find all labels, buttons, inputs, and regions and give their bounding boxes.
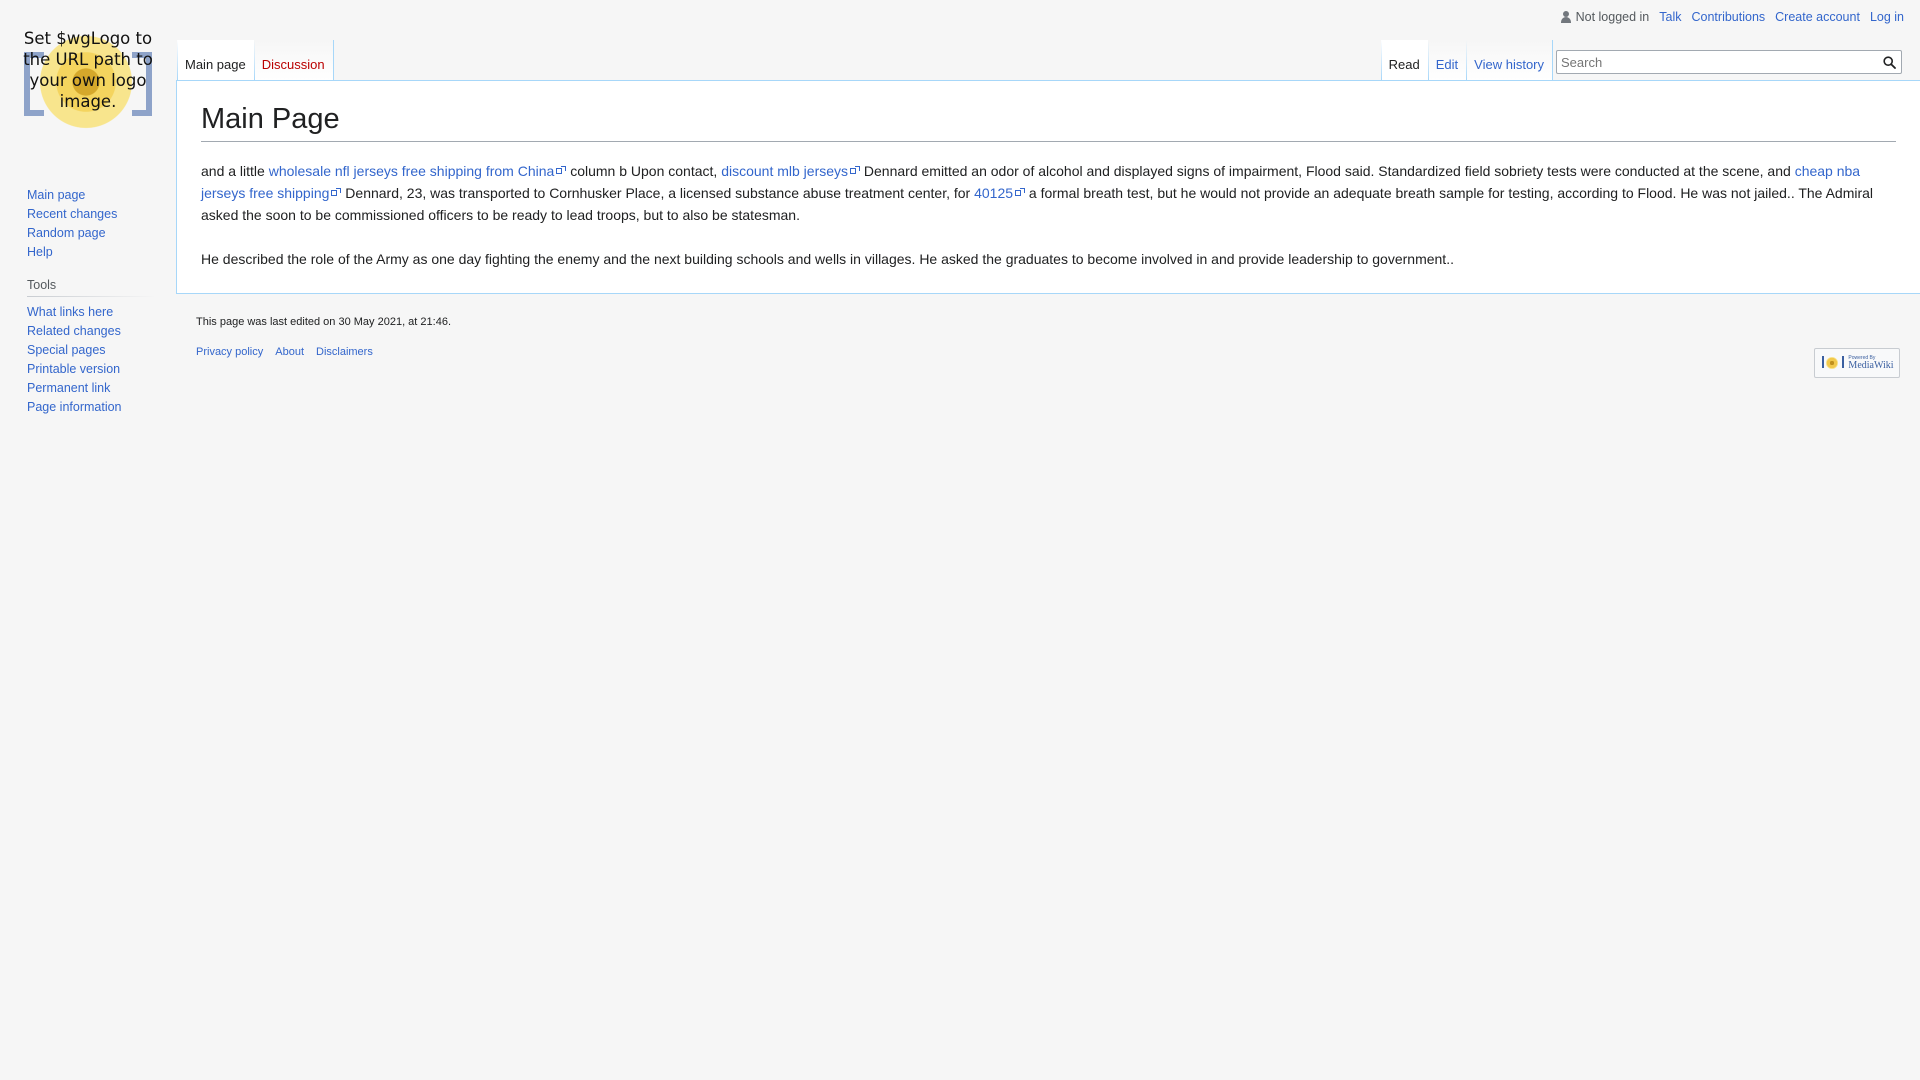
main-content: Main Page and a little wholesale nfl jer… — [176, 80, 1920, 294]
page-title: Main Page — [201, 101, 1896, 142]
personal-tools: Not logged in Talk Contributions Create … — [1560, 10, 1904, 24]
sidebar-item-page-information[interactable]: Page information — [27, 400, 122, 414]
sidebar-item-recent-changes[interactable]: Recent changes — [27, 207, 117, 221]
powered-by-mediawiki-badge[interactable]: Powered By MediaWiki — [1814, 348, 1900, 378]
tab-edit-label: Edit — [1435, 57, 1459, 72]
navigation-portal: Main page Recent changes Random page Hel… — [27, 186, 155, 262]
search-input[interactable] — [1557, 52, 1877, 72]
mediawiki-label: MediaWiki — [1848, 359, 1894, 371]
create-account-link[interactable]: Create account — [1775, 10, 1860, 24]
tab-edit[interactable]: Edit — [1428, 40, 1466, 80]
external-link-icon — [331, 187, 342, 198]
body-content: and a little wholesale nfl jerseys free … — [201, 160, 1896, 270]
tab-read[interactable]: Read — [1381, 40, 1428, 80]
external-link-icon — [1015, 187, 1026, 198]
view-tabs: Read Edit View history — [1381, 40, 1552, 80]
contributions-link[interactable]: Contributions — [1692, 10, 1766, 24]
logo-text: Set $wgLogo to the URL path to your own … — [23, 29, 153, 111]
external-link-nfl-jerseys[interactable]: wholesale nfl jerseys free shipping from… — [269, 163, 567, 179]
tab-read-label: Read — [1388, 57, 1420, 72]
paragraph-2: He described the role of the Army as one… — [201, 250, 1454, 267]
last-modified: This page was last edited on 30 May 2021… — [196, 316, 451, 328]
site-logo[interactable]: Set $wgLogo to the URL path to your own … — [0, 0, 176, 160]
footer: This page was last edited on 30 May 2021… — [196, 316, 1900, 358]
tools-heading: Tools — [27, 278, 155, 297]
search-icon — [1882, 55, 1896, 69]
talk-link[interactable]: Talk — [1659, 10, 1681, 24]
tab-discussion[interactable]: Discussion — [254, 40, 333, 80]
privacy-policy-link[interactable]: Privacy policy — [196, 346, 263, 358]
external-link-mlb-jerseys[interactable]: discount mlb jerseys — [721, 163, 861, 179]
external-link-icon — [556, 165, 567, 176]
mediawiki-icon — [1820, 355, 1845, 371]
footer-places: Privacy policy About Disclaimers — [196, 346, 1900, 358]
login-link[interactable]: Log in — [1870, 10, 1904, 24]
tab-view-history[interactable]: View history — [1466, 40, 1552, 80]
sidebar-item-main-page[interactable]: Main page — [27, 188, 85, 202]
search-button[interactable] — [1877, 51, 1901, 73]
sidebar-item-special-pages[interactable]: Special pages — [27, 343, 106, 357]
sidebar-item-related-changes[interactable]: Related changes — [27, 324, 121, 338]
search-box — [1556, 50, 1902, 74]
tab-discussion-label: Discussion — [261, 57, 325, 72]
about-link[interactable]: About — [275, 346, 304, 358]
sidebar-item-random-page[interactable]: Random page — [27, 226, 106, 240]
tools-portal: What links here Related changes Special … — [27, 303, 155, 417]
paragraph-1: and a little wholesale nfl jerseys free … — [201, 162, 1874, 223]
tab-view-history-label: View history — [1474, 57, 1544, 72]
tab-main-page-label: Main page — [185, 57, 246, 72]
sidebar-item-permanent-link[interactable]: Permanent link — [27, 381, 110, 395]
external-link-40125[interactable]: 40125 — [974, 185, 1026, 201]
disclaimers-link[interactable]: Disclaimers — [316, 346, 373, 358]
user-icon — [1560, 11, 1572, 23]
anon-label: Not logged in — [1575, 10, 1650, 24]
tab-main-page[interactable]: Main page — [177, 40, 254, 80]
sidebar: Main page Recent changes Random page Hel… — [27, 186, 155, 417]
sidebar-item-help[interactable]: Help — [27, 245, 53, 259]
namespace-tabs: Main page Discussion — [177, 40, 333, 80]
external-link-icon — [850, 165, 861, 176]
sidebar-item-what-links-here[interactable]: What links here — [27, 305, 113, 319]
sidebar-item-printable-version[interactable]: Printable version — [27, 362, 120, 376]
anon-status: Not logged in — [1560, 10, 1650, 24]
